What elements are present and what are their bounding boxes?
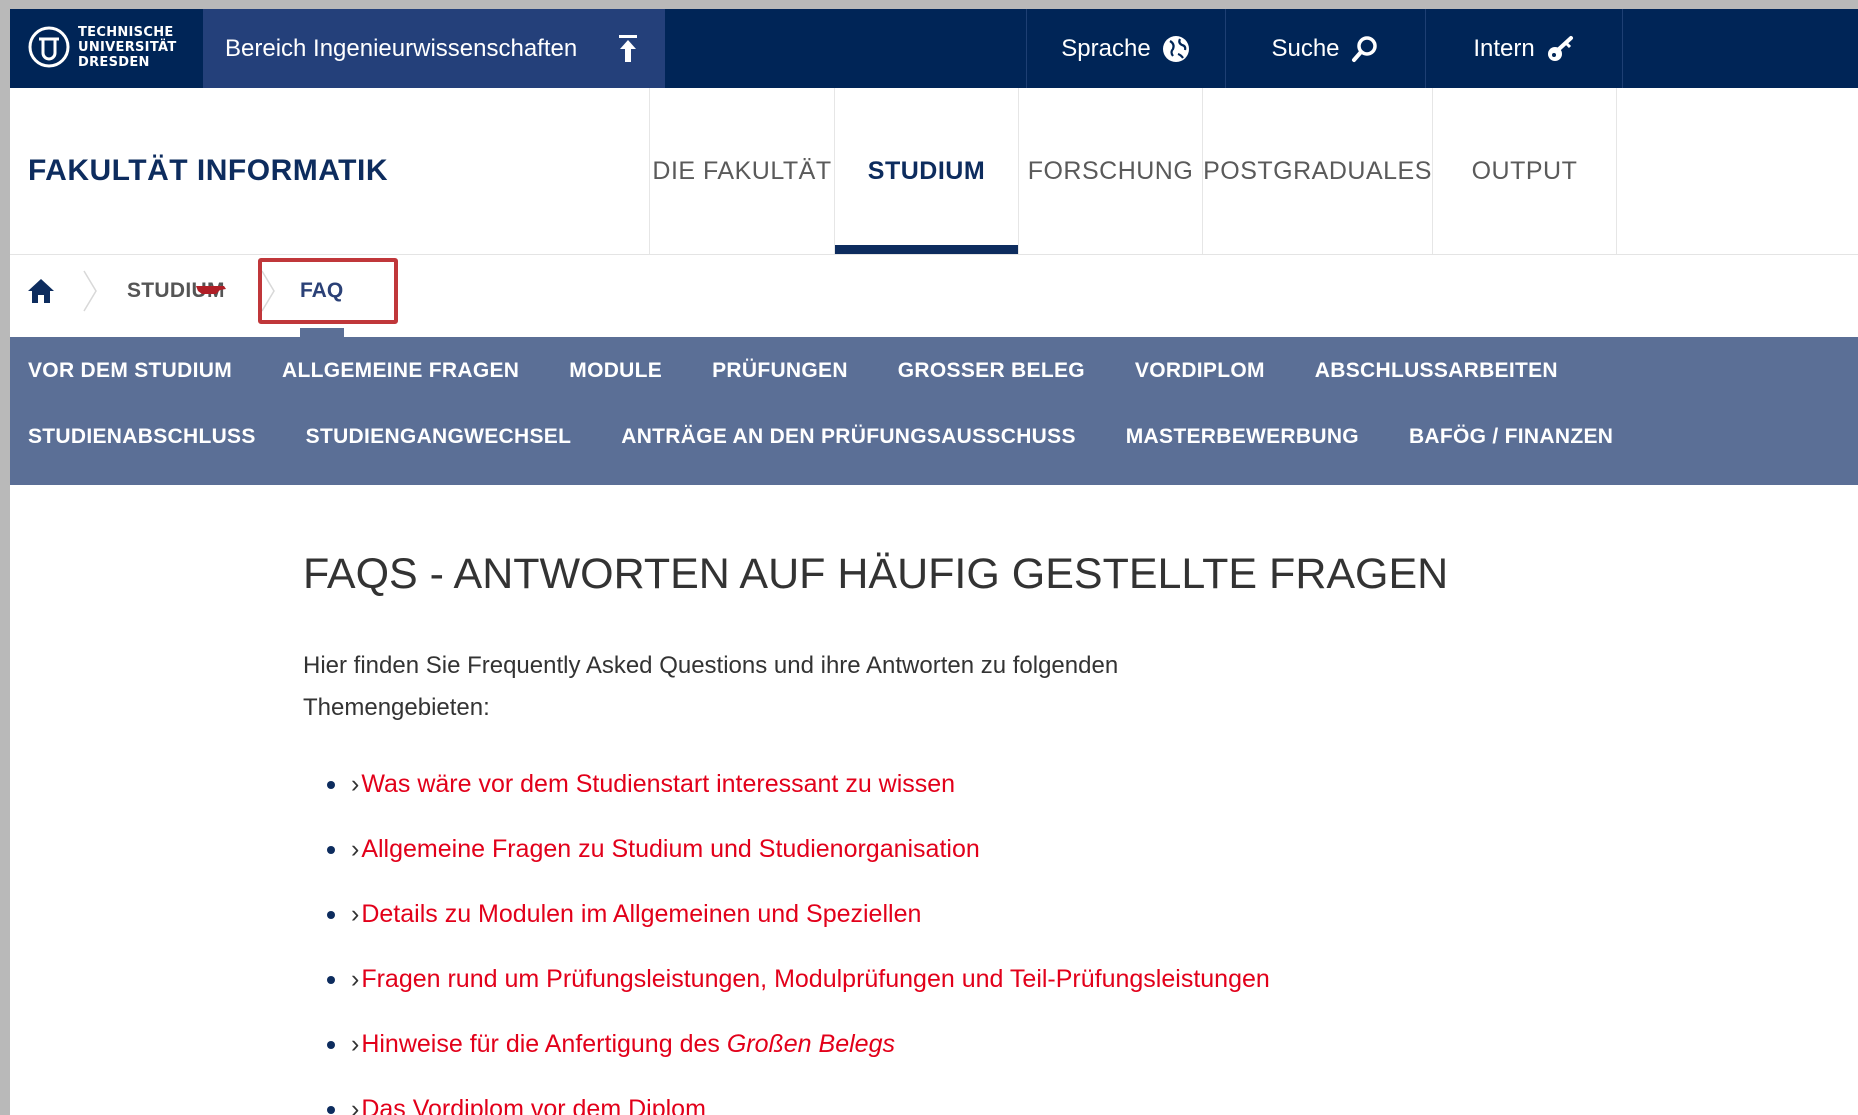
subnav-abschlussarbeiten[interactable]: ABSCHLUSSARBEITEN: [1315, 359, 1558, 383]
faq-link-text: Details zu Modulen im Allgemeinen und Sp…: [361, 900, 922, 928]
search-menu[interactable]: Suche: [1225, 9, 1425, 88]
chevron-right-icon: ›: [351, 835, 360, 863]
subnav-studiengangwechsel[interactable]: STUDIENGANGWECHSEL: [306, 425, 572, 449]
subnav-row: VOR DEM STUDIUM ALLGEMEINE FRAGEN MODULE…: [28, 359, 1608, 383]
chevron-right-icon: ›: [351, 965, 360, 993]
subnav-antraege[interactable]: ANTRÄGE AN DEN PRÜFUNGSAUSSCHUSS: [621, 425, 1076, 449]
subnav-allgemeine-fragen[interactable]: ALLGEMEINE FRAGEN: [282, 359, 519, 383]
faq-link[interactable]: ›Hinweise für die Anfertigung des Großen…: [303, 1027, 1270, 1092]
faq-link-text: Allgemeine Fragen zu Studium und Studien…: [361, 835, 980, 863]
faq-link[interactable]: ›Fragen rund um Prüfungsleistungen, Modu…: [303, 962, 1270, 1027]
search-icon: [1351, 35, 1377, 62]
faq-link[interactable]: ›Das Vordiplom vor dem Diplom: [303, 1092, 1270, 1115]
subnav-bafoeg-finanzen[interactable]: BAFÖG / FINANZEN: [1409, 425, 1613, 449]
page-title: FAQS - ANTWORTEN AUF HÄUFIG GESTELLTE FR…: [303, 550, 1449, 598]
faculty-title[interactable]: FAKULTÄT INFORMATIK: [28, 88, 388, 254]
subnav-module[interactable]: MODULE: [569, 359, 662, 383]
globe-icon: [1162, 35, 1189, 62]
subnav-studienabschluss[interactable]: STUDIENABSCHLUSS: [28, 425, 256, 449]
chevron-right-icon: ›: [351, 1030, 360, 1058]
intro-text: Hier finden Sie Frequently Asked Questio…: [303, 652, 1119, 721]
nav-die-fakultaet[interactable]: DIE FAKULTÄT: [649, 88, 834, 254]
chevron-right-icon: ›: [351, 1095, 360, 1115]
subnav-grosser-beleg[interactable]: GROSSER BELEG: [898, 359, 1085, 383]
logo-line: UNIVERSITÄT: [78, 40, 177, 55]
faq-topic-list: ›Was wäre vor dem Studienstart interessa…: [303, 767, 1270, 1115]
faq-link-emphasis: Großen Belegs: [726, 1030, 895, 1058]
subnav-masterbewerbung[interactable]: MASTERBEWERBUNG: [1126, 425, 1359, 449]
chevron-right-icon: ›: [351, 770, 360, 798]
breadcrumb-separator-icon: [83, 270, 97, 312]
language-menu[interactable]: Sprache: [1026, 9, 1225, 88]
logo-text: TECHNISCHE UNIVERSITÄT DRESDEN: [78, 25, 177, 70]
logo-line: TECHNISCHE: [78, 25, 174, 40]
tud-logo-icon: [28, 26, 70, 68]
faq-link[interactable]: ›Was wäre vor dem Studienstart interessa…: [303, 767, 1270, 832]
top-bar: TECHNISCHE UNIVERSITÄT DRESDEN Bereich I…: [10, 9, 1858, 88]
intern-menu[interactable]: Intern: [1425, 9, 1623, 88]
faq-link[interactable]: ›Allgemeine Fragen zu Studium und Studie…: [303, 832, 1270, 897]
breadcrumb: STUDIUM FAQ: [10, 255, 1858, 337]
nav-postgraduales[interactable]: POSTGRADUALES: [1202, 88, 1432, 254]
subnav-vordiplom[interactable]: VORDIPLOM: [1135, 359, 1265, 383]
subnav-row: STUDIENABSCHLUSS STUDIENGANGWECHSEL ANTR…: [28, 425, 1663, 449]
pointer-cursor-icon: [196, 286, 226, 294]
faq-link-text: Hinweise für die Anfertigung des: [361, 1030, 720, 1058]
faculty-header: FAKULTÄT INFORMATIK DIE FAKULTÄT STUDIUM…: [10, 88, 1858, 255]
nav-output[interactable]: OUTPUT: [1432, 88, 1617, 254]
subnav-pruefungen[interactable]: PRÜFUNGEN: [712, 359, 848, 383]
subnav-vor-dem-studium[interactable]: VOR DEM STUDIUM: [28, 359, 232, 383]
faq-link-text: Was wäre vor dem Studienstart interessan…: [361, 770, 956, 798]
sub-navigation: VOR DEM STUDIUM ALLGEMEINE FRAGEN MODULE…: [10, 337, 1858, 485]
language-label: Sprache: [1061, 34, 1151, 62]
nav-forschung[interactable]: FORSCHUNG: [1018, 88, 1202, 254]
search-label: Suche: [1271, 34, 1340, 62]
nav-studium[interactable]: STUDIUM: [834, 88, 1018, 254]
home-icon[interactable]: [26, 276, 56, 306]
faq-link-text: Das Vordiplom vor dem Diplom: [361, 1095, 706, 1115]
intern-label: Intern: [1473, 34, 1535, 62]
area-link[interactable]: Bereich Ingenieurwissenschaften: [203, 9, 665, 88]
chevron-right-icon: ›: [351, 900, 360, 928]
key-icon: [1547, 35, 1573, 61]
faq-link[interactable]: ›Details zu Modulen im Allgemeinen und S…: [303, 897, 1270, 962]
tu-dresden-logo[interactable]: TECHNISCHE UNIVERSITÄT DRESDEN: [10, 9, 202, 88]
area-label: Bereich Ingenieurwissenschaften: [225, 35, 578, 62]
faq-link-text: Fragen rund um Prüfungsleistungen, Modul…: [361, 965, 1270, 993]
browser-page: TECHNISCHE UNIVERSITÄT DRESDEN Bereich I…: [10, 9, 1858, 1115]
highlight-box: [258, 258, 398, 324]
up-arrow-icon: [619, 35, 637, 62]
logo-line: DRESDEN: [78, 55, 150, 70]
